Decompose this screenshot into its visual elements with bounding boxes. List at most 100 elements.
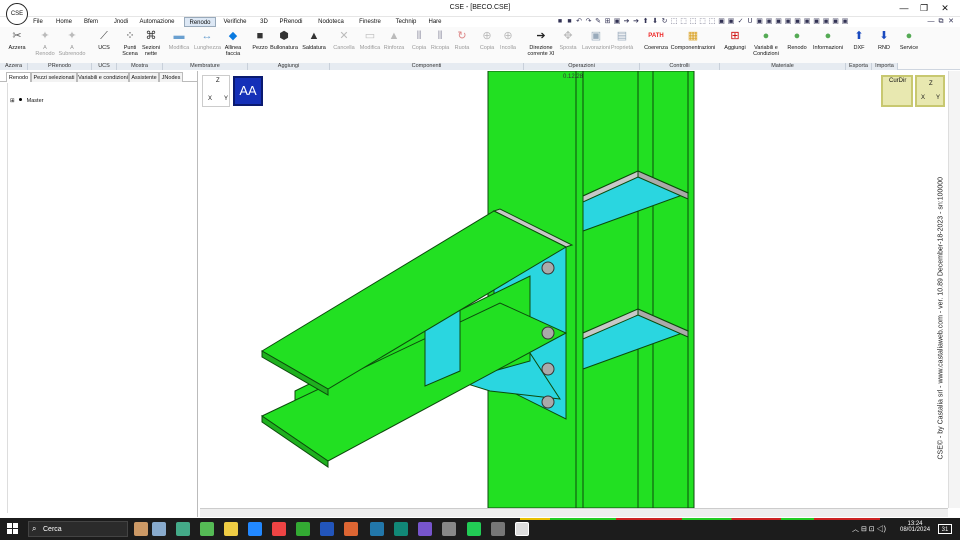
taskbar-app-icon[interactable] <box>296 522 310 536</box>
close-button[interactable]: ✕ <box>938 2 952 14</box>
notification-badge[interactable]: 31 <box>938 524 952 534</box>
panel-tab-assistente[interactable]: Assistente <box>129 72 159 82</box>
ribbon-button-informazioni[interactable]: ● Informazioni <box>812 29 844 61</box>
menu-hare[interactable]: Hare <box>424 17 446 27</box>
quick-access-icon[interactable]: ⬚ <box>708 17 716 26</box>
ribbon-button-dxf[interactable]: ⬆ DXF <box>848 29 870 61</box>
ribbon-button-direzione-corrente-xi[interactable]: ➔ Direzione corrente XI <box>526 29 556 61</box>
quick-access-icon[interactable]: ⬆ <box>642 17 650 26</box>
ribbon-button-azzera[interactable]: ✂ Azzera <box>6 29 28 61</box>
quick-access-icon[interactable]: ▣ <box>727 17 735 26</box>
menu-finestre[interactable]: Finestre <box>352 17 388 27</box>
whatsapp-icon[interactable] <box>467 522 481 536</box>
document-window-control-icon[interactable]: — <box>927 17 935 26</box>
menu-prenodi[interactable]: PRenodi <box>274 17 308 27</box>
menu-file[interactable]: File <box>28 17 48 27</box>
panel-tab-jnodes[interactable]: JNodes <box>159 72 183 82</box>
ribbon-button-lavorazioni[interactable]: ▣ Lavorazioni <box>582 29 610 61</box>
excel-icon[interactable] <box>394 522 408 536</box>
quick-access-icon[interactable]: ✓ <box>737 17 745 26</box>
3d-viewport[interactable]: Z X Y AA 0.12.28 CurDir Z X Y <box>200 71 948 508</box>
document-window-control-icon[interactable]: ⧉ <box>937 17 945 26</box>
ribbon-button-coerenza[interactable]: PATH Coerenza <box>643 29 669 61</box>
ribbon-button-a-renodo[interactable]: ✦ A Renodo <box>34 29 56 61</box>
ribbon-button-ricopia[interactable]: ⫴ Ricopia <box>430 29 450 61</box>
menu-home[interactable]: Home <box>52 17 76 27</box>
menu-verifiche[interactable]: Verifiche <box>220 17 250 27</box>
edge-browser-icon[interactable] <box>248 522 262 536</box>
taskbar-app-icon[interactable] <box>442 522 456 536</box>
quick-access-icon[interactable]: ▣ <box>718 17 726 26</box>
aa-toggle-button[interactable]: AA <box>233 76 263 106</box>
taskbar-app-icon[interactable] <box>176 522 190 536</box>
panel-tab-variabili-e-condizioni[interactable]: Variabili e condizioni <box>77 72 129 82</box>
outlook-icon[interactable] <box>370 522 384 536</box>
quick-access-icon[interactable]: ↻ <box>661 17 669 26</box>
quick-access-icon[interactable]: ■ <box>556 17 564 26</box>
curdir-widget[interactable]: CurDir <box>881 75 913 107</box>
quick-access-icon[interactable]: ↷ <box>585 17 593 26</box>
menu-automazione[interactable]: Automazione <box>132 17 182 27</box>
ribbon-button-a-subrenodo[interactable]: ✦ A Subrenodo <box>58 29 86 61</box>
taskbar-search-input[interactable]: Cerca <box>28 521 128 537</box>
ribbon-button-sposta[interactable]: ✥ Sposta <box>557 29 579 61</box>
ribbon-button-modifica[interactable]: ▬ Modifica <box>166 29 192 61</box>
ribbon-button-ruota[interactable]: ↻ Ruota <box>452 29 472 61</box>
ribbon-button-punti-scena[interactable]: ⁘ Punti Scena <box>120 29 140 61</box>
ribbon-button-allinea-faccia[interactable]: ◆ Allinea faccia <box>222 29 244 61</box>
taskbar-app-icon[interactable] <box>200 522 214 536</box>
minimize-button[interactable]: — <box>897 2 911 14</box>
tree-expander-icon[interactable]: ⊞ <box>10 98 15 104</box>
ribbon-button-pezzo[interactable]: ■ Pezzo <box>250 29 270 61</box>
view-cube-widget[interactable]: Z X Y <box>915 75 945 107</box>
ribbon-button-copia[interactable]: ⫴ Copia <box>410 29 428 61</box>
ribbon-button-service[interactable]: ● Service <box>898 29 920 61</box>
horizontal-scrollbar[interactable] <box>200 508 948 517</box>
quick-access-icon[interactable]: ▣ <box>756 17 764 26</box>
ribbon-button-componentrazioni[interactable]: ▦ Componentrazioni <box>670 29 716 61</box>
quick-access-icon[interactable]: ⬚ <box>689 17 697 26</box>
powerpoint-icon[interactable] <box>344 522 358 536</box>
ribbon-button-lunghezza[interactable]: ↔ Lunghezza <box>194 29 221 61</box>
quick-access-icon[interactable]: ➔ <box>632 17 640 26</box>
menu-bfem[interactable]: Bfem <box>78 17 104 27</box>
file-explorer-icon[interactable] <box>224 522 238 536</box>
ribbon-button-rnd[interactable]: ⬇ RND <box>874 29 894 61</box>
menu-technip[interactable]: Technip <box>390 17 422 27</box>
ribbon-button-saldatura[interactable]: ▲ Saldatura <box>300 29 328 61</box>
tree-item-master[interactable]: Master <box>27 98 44 104</box>
ribbon-button-bullonatura[interactable]: ⬢ Bullonatura <box>270 29 298 61</box>
ribbon-button-rinforza[interactable]: ▲ Rinforza <box>382 29 406 61</box>
quick-access-icon[interactable]: ⬚ <box>670 17 678 26</box>
quick-access-icon[interactable]: ▣ <box>794 17 802 26</box>
ribbon-button-copia[interactable]: ⊕ Copia <box>478 29 496 61</box>
model-drawing[interactable] <box>200 71 948 508</box>
quick-access-icon[interactable]: ▣ <box>775 17 783 26</box>
quick-access-icon[interactable]: ↶ <box>575 17 583 26</box>
quick-access-icon[interactable]: ▣ <box>765 17 773 26</box>
quick-access-icon[interactable]: ▣ <box>803 17 811 26</box>
quick-access-icon[interactable]: U <box>746 17 754 26</box>
quick-access-icon[interactable]: ▣ <box>784 17 792 26</box>
panel-tab-renodo[interactable]: Renodo <box>6 72 31 82</box>
ribbon-button-variabili-e-condizioni[interactable]: ● Variabili e Condizioni <box>750 29 782 61</box>
menu-jnodi[interactable]: Jnodi <box>110 17 132 27</box>
clock[interactable]: 13:24 08/01/2024 <box>900 521 930 533</box>
quick-access-icon[interactable]: ⬚ <box>680 17 688 26</box>
quick-access-icon[interactable]: ⬇ <box>651 17 659 26</box>
menu-3d[interactable]: 3D <box>256 17 272 27</box>
quick-access-icon[interactable]: ✎ <box>594 17 602 26</box>
quick-access-icon[interactable]: ▣ <box>813 17 821 26</box>
ribbon-button-renodo[interactable]: ● Renodo <box>786 29 808 61</box>
ribbon-button-cancella[interactable]: ✕ Cancella <box>332 29 356 61</box>
windows-start-icon[interactable] <box>7 523 18 534</box>
document-window-control-icon[interactable]: ✕ <box>947 17 955 26</box>
chrome-icon[interactable] <box>272 522 286 536</box>
ribbon-button-modifica[interactable]: ▭ Modifica <box>358 29 382 61</box>
ribbon-button-aggiungi[interactable]: ⊞ Aggiungi <box>722 29 748 61</box>
quick-access-icon[interactable]: ▣ <box>832 17 840 26</box>
word-icon[interactable] <box>320 522 334 536</box>
app-logo-icon[interactable]: CSE <box>6 3 28 25</box>
maximize-button[interactable]: ❐ <box>917 2 931 14</box>
quick-access-icon[interactable]: ▣ <box>613 17 621 26</box>
